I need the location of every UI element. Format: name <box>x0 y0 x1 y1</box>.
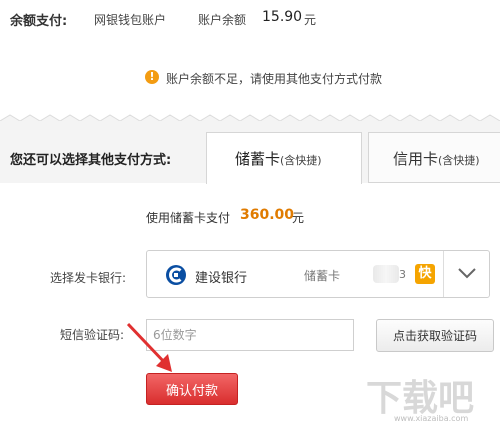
payment-amount: 360.00 <box>240 207 295 223</box>
ccb-logo-icon <box>166 265 186 285</box>
red-arrow-icon <box>126 322 172 372</box>
dropdown-divider <box>443 251 444 297</box>
warning-icon: ! <box>145 70 159 84</box>
bank-select-dropdown[interactable]: 建设银行 储蓄卡 3 快 <box>146 250 490 298</box>
selected-bank-name: 建设银行 <box>195 271 248 286</box>
card-number-digit: 3 <box>399 268 406 281</box>
balance-pay-label: 余额支付: <box>10 14 68 29</box>
watermark-text: 下载吧 <box>366 378 474 419</box>
tab-credit-sub: (含快捷) <box>438 154 480 167</box>
other-methods-label: 您还可以选择其他支付方式: <box>10 153 172 168</box>
bank-select-label: 选择发卡银行: <box>50 271 127 285</box>
masked-card-number <box>373 265 399 283</box>
tab-credit-label: 信用卡 <box>393 150 439 168</box>
tab-credit-card[interactable]: 信用卡(含快捷) <box>368 132 500 183</box>
tab-debit-sub: (含快捷) <box>280 154 322 167</box>
card-type-label: 储蓄卡 <box>304 269 341 283</box>
insufficient-balance-warning: 账户余额不足，请使用其他支付方式付款 <box>166 72 383 86</box>
balance-currency: 元 <box>304 13 317 27</box>
sms-code-label: 短信验证码: <box>60 328 125 342</box>
tab-debit-label: 储蓄卡 <box>235 150 281 168</box>
account-balance-amount: 15.90 <box>262 9 303 25</box>
tab-debit-card[interactable]: 储蓄卡(含快捷) <box>206 132 362 184</box>
confirm-payment-button[interactable]: 确认付款 <box>146 373 238 405</box>
chevron-down-icon[interactable] <box>457 265 477 281</box>
get-sms-code-button[interactable]: 点击获取验证码 <box>376 319 494 352</box>
payment-currency: 元 <box>292 211 305 225</box>
wallet-account-label: 网银钱包账户 <box>94 13 167 27</box>
account-balance-label: 账户余额 <box>198 13 247 27</box>
quick-pay-badge: 快 <box>415 264 435 284</box>
pay-with-debit-label: 使用储蓄卡支付 <box>146 211 231 225</box>
watermark-url: www.xiazaiba.com <box>394 414 469 423</box>
